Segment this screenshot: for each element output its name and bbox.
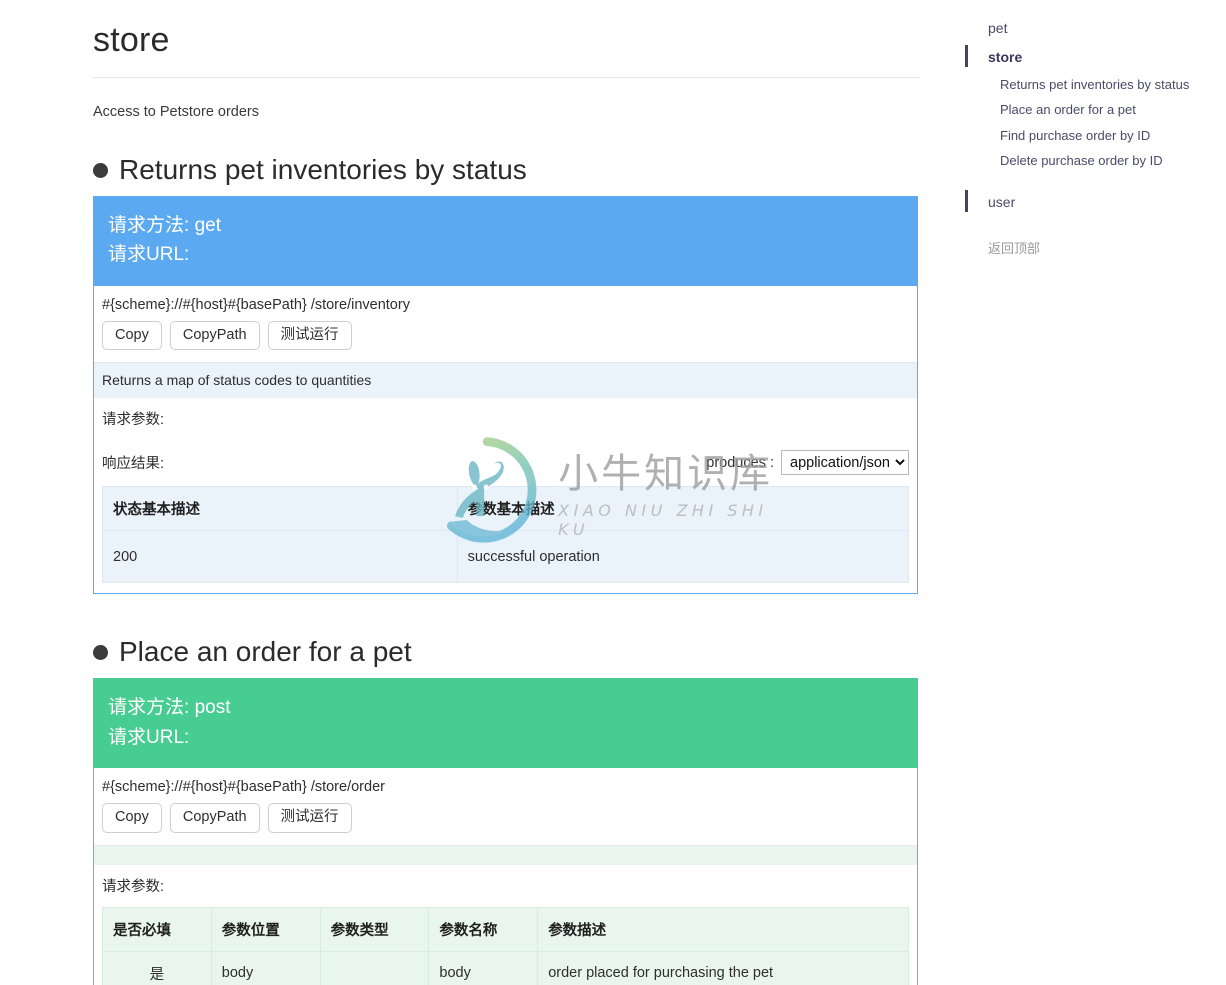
url-row-get: #{scheme}://#{host}#{basePath} /store/in… bbox=[94, 285, 917, 364]
request-url-text: #{scheme}://#{host}#{basePath} /store/or… bbox=[102, 779, 385, 796]
method-line: 请求方法: get bbox=[108, 211, 903, 240]
response-label: 响应结果: bbox=[102, 456, 165, 473]
col-param-desc: 参数描述 bbox=[537, 906, 909, 952]
toc-item-store[interactable]: store bbox=[963, 43, 1226, 72]
toc-item-pet[interactable]: pet bbox=[963, 14, 1226, 43]
table-of-contents: pet store Returns pet inventories by sta… bbox=[963, 14, 1226, 257]
col-param-type: 参数类型 bbox=[319, 906, 430, 952]
copy-button[interactable]: Copy bbox=[102, 320, 162, 351]
action-buttons-get: Copy CopyPath 测试运行 bbox=[102, 320, 909, 351]
method-label: 请求方法: bbox=[108, 214, 190, 236]
operation-card-get: 请求方法: get 请求URL: #{scheme}://#{host}#{ba… bbox=[93, 195, 918, 595]
cell-param-in: body bbox=[210, 950, 321, 985]
operation-heading-text: Returns pet inventories by status bbox=[119, 153, 527, 185]
method-value: post bbox=[194, 697, 231, 719]
param-table-post: 是否必填 参数位置 参数类型 参数名称 参数描述 是 body body ord… bbox=[102, 906, 909, 985]
param-table-wrap-post: 是否必填 参数位置 参数类型 参数名称 参数描述 是 body body ord… bbox=[94, 906, 917, 985]
main-content: store Access to Petstore orders Returns … bbox=[93, 0, 920, 985]
response-table-wrap-get: 状态基本描述 参数基本描述 200 successful operation bbox=[94, 486, 917, 594]
card-header-get: 请求方法: get 请求URL: bbox=[94, 196, 917, 286]
operation-summary-post bbox=[94, 845, 917, 865]
request-params-label: 请求参数: bbox=[102, 878, 165, 895]
table-row: 是 body body order placed for purchasing … bbox=[102, 950, 909, 985]
request-params-label: 请求参数: bbox=[102, 412, 165, 429]
bullet-icon bbox=[93, 162, 108, 178]
toc-gap bbox=[963, 217, 1226, 231]
table-header-row: 状态基本描述 参数基本描述 bbox=[102, 486, 910, 532]
toc-subitem-delete-order[interactable]: Delete purchase order by ID bbox=[963, 148, 1226, 174]
url-label: 请求URL: bbox=[108, 244, 190, 266]
response-table-get: 状态基本描述 参数基本描述 200 successful operation bbox=[102, 486, 910, 584]
operation-summary-get: Returns a map of status codes to quantit… bbox=[94, 363, 917, 399]
card-header-post: 请求方法: post 请求URL: bbox=[94, 679, 917, 769]
action-buttons-post: Copy CopyPath 测试运行 bbox=[102, 803, 909, 833]
back-to-top-link[interactable]: 返回顶部 bbox=[963, 231, 1226, 257]
toc-subitem-returns-pet-inventories[interactable]: Returns pet inventories by status bbox=[963, 72, 1226, 98]
cell-status-code: 200 bbox=[102, 530, 458, 584]
toc-gap bbox=[963, 174, 1226, 188]
table-row: 200 successful operation bbox=[102, 530, 910, 584]
operation-heading-get: Returns pet inventories by status bbox=[93, 152, 920, 187]
col-required: 是否必填 bbox=[102, 906, 212, 952]
url-label: 请求URL: bbox=[108, 726, 190, 748]
col-status-desc: 状态基本描述 bbox=[102, 486, 458, 532]
toc-subitem-place-order[interactable]: Place an order for a pet bbox=[963, 97, 1226, 123]
page-description: Access to Petstore orders bbox=[93, 103, 260, 120]
table-header-row: 是否必填 参数位置 参数类型 参数名称 参数描述 bbox=[102, 906, 909, 952]
method-value: get bbox=[194, 214, 221, 236]
method-line: 请求方法: post bbox=[108, 693, 903, 722]
col-param-name: 参数名称 bbox=[428, 906, 539, 952]
col-param-desc: 参数基本描述 bbox=[456, 486, 910, 532]
col-param-in: 参数位置 bbox=[210, 906, 321, 952]
operation-heading-post: Place an order for a pet bbox=[93, 634, 920, 669]
url-row-post: #{scheme}://#{host}#{basePath} /store/or… bbox=[94, 768, 917, 846]
cell-param-desc: order placed for purchasing the pet bbox=[537, 950, 909, 985]
produces-label: produces : bbox=[706, 454, 774, 471]
bullet-icon bbox=[93, 645, 108, 661]
page-root: store Access to Petstore orders Returns … bbox=[0, 0, 1226, 985]
test-run-button[interactable]: 测试运行 bbox=[267, 803, 352, 833]
toc-item-user[interactable]: user bbox=[963, 188, 1226, 217]
cell-status-desc: successful operation bbox=[456, 530, 910, 584]
cell-required: 是 bbox=[102, 950, 212, 985]
request-params-label-row-post: 请求参数: bbox=[94, 864, 917, 907]
url-line: 请求URL: bbox=[108, 723, 903, 752]
test-run-button[interactable]: 测试运行 bbox=[267, 320, 352, 351]
cell-param-name: body bbox=[428, 950, 539, 985]
cell-param-type bbox=[319, 950, 430, 985]
copy-path-button[interactable]: CopyPath bbox=[169, 320, 260, 351]
request-params-label-row-get: 请求参数: bbox=[94, 398, 917, 441]
toc-subitem-find-order[interactable]: Find purchase order by ID bbox=[963, 123, 1226, 149]
method-label: 请求方法: bbox=[108, 697, 190, 719]
copy-path-button[interactable]: CopyPath bbox=[169, 803, 260, 833]
copy-button[interactable]: Copy bbox=[102, 803, 162, 833]
operation-card-post: 请求方法: post 请求URL: #{scheme}://#{host}#{b… bbox=[93, 678, 918, 985]
produces-group-get: produces : application/json bbox=[706, 450, 909, 476]
request-url-text: #{scheme}://#{host}#{basePath} /store/in… bbox=[102, 296, 410, 313]
operation-heading-text: Place an order for a pet bbox=[119, 636, 412, 668]
produces-select-get[interactable]: application/json bbox=[781, 450, 909, 476]
page-title: store bbox=[93, 20, 920, 78]
response-label-row-get: 响应结果: produces : application/json bbox=[94, 440, 917, 487]
url-line: 请求URL: bbox=[108, 240, 903, 269]
